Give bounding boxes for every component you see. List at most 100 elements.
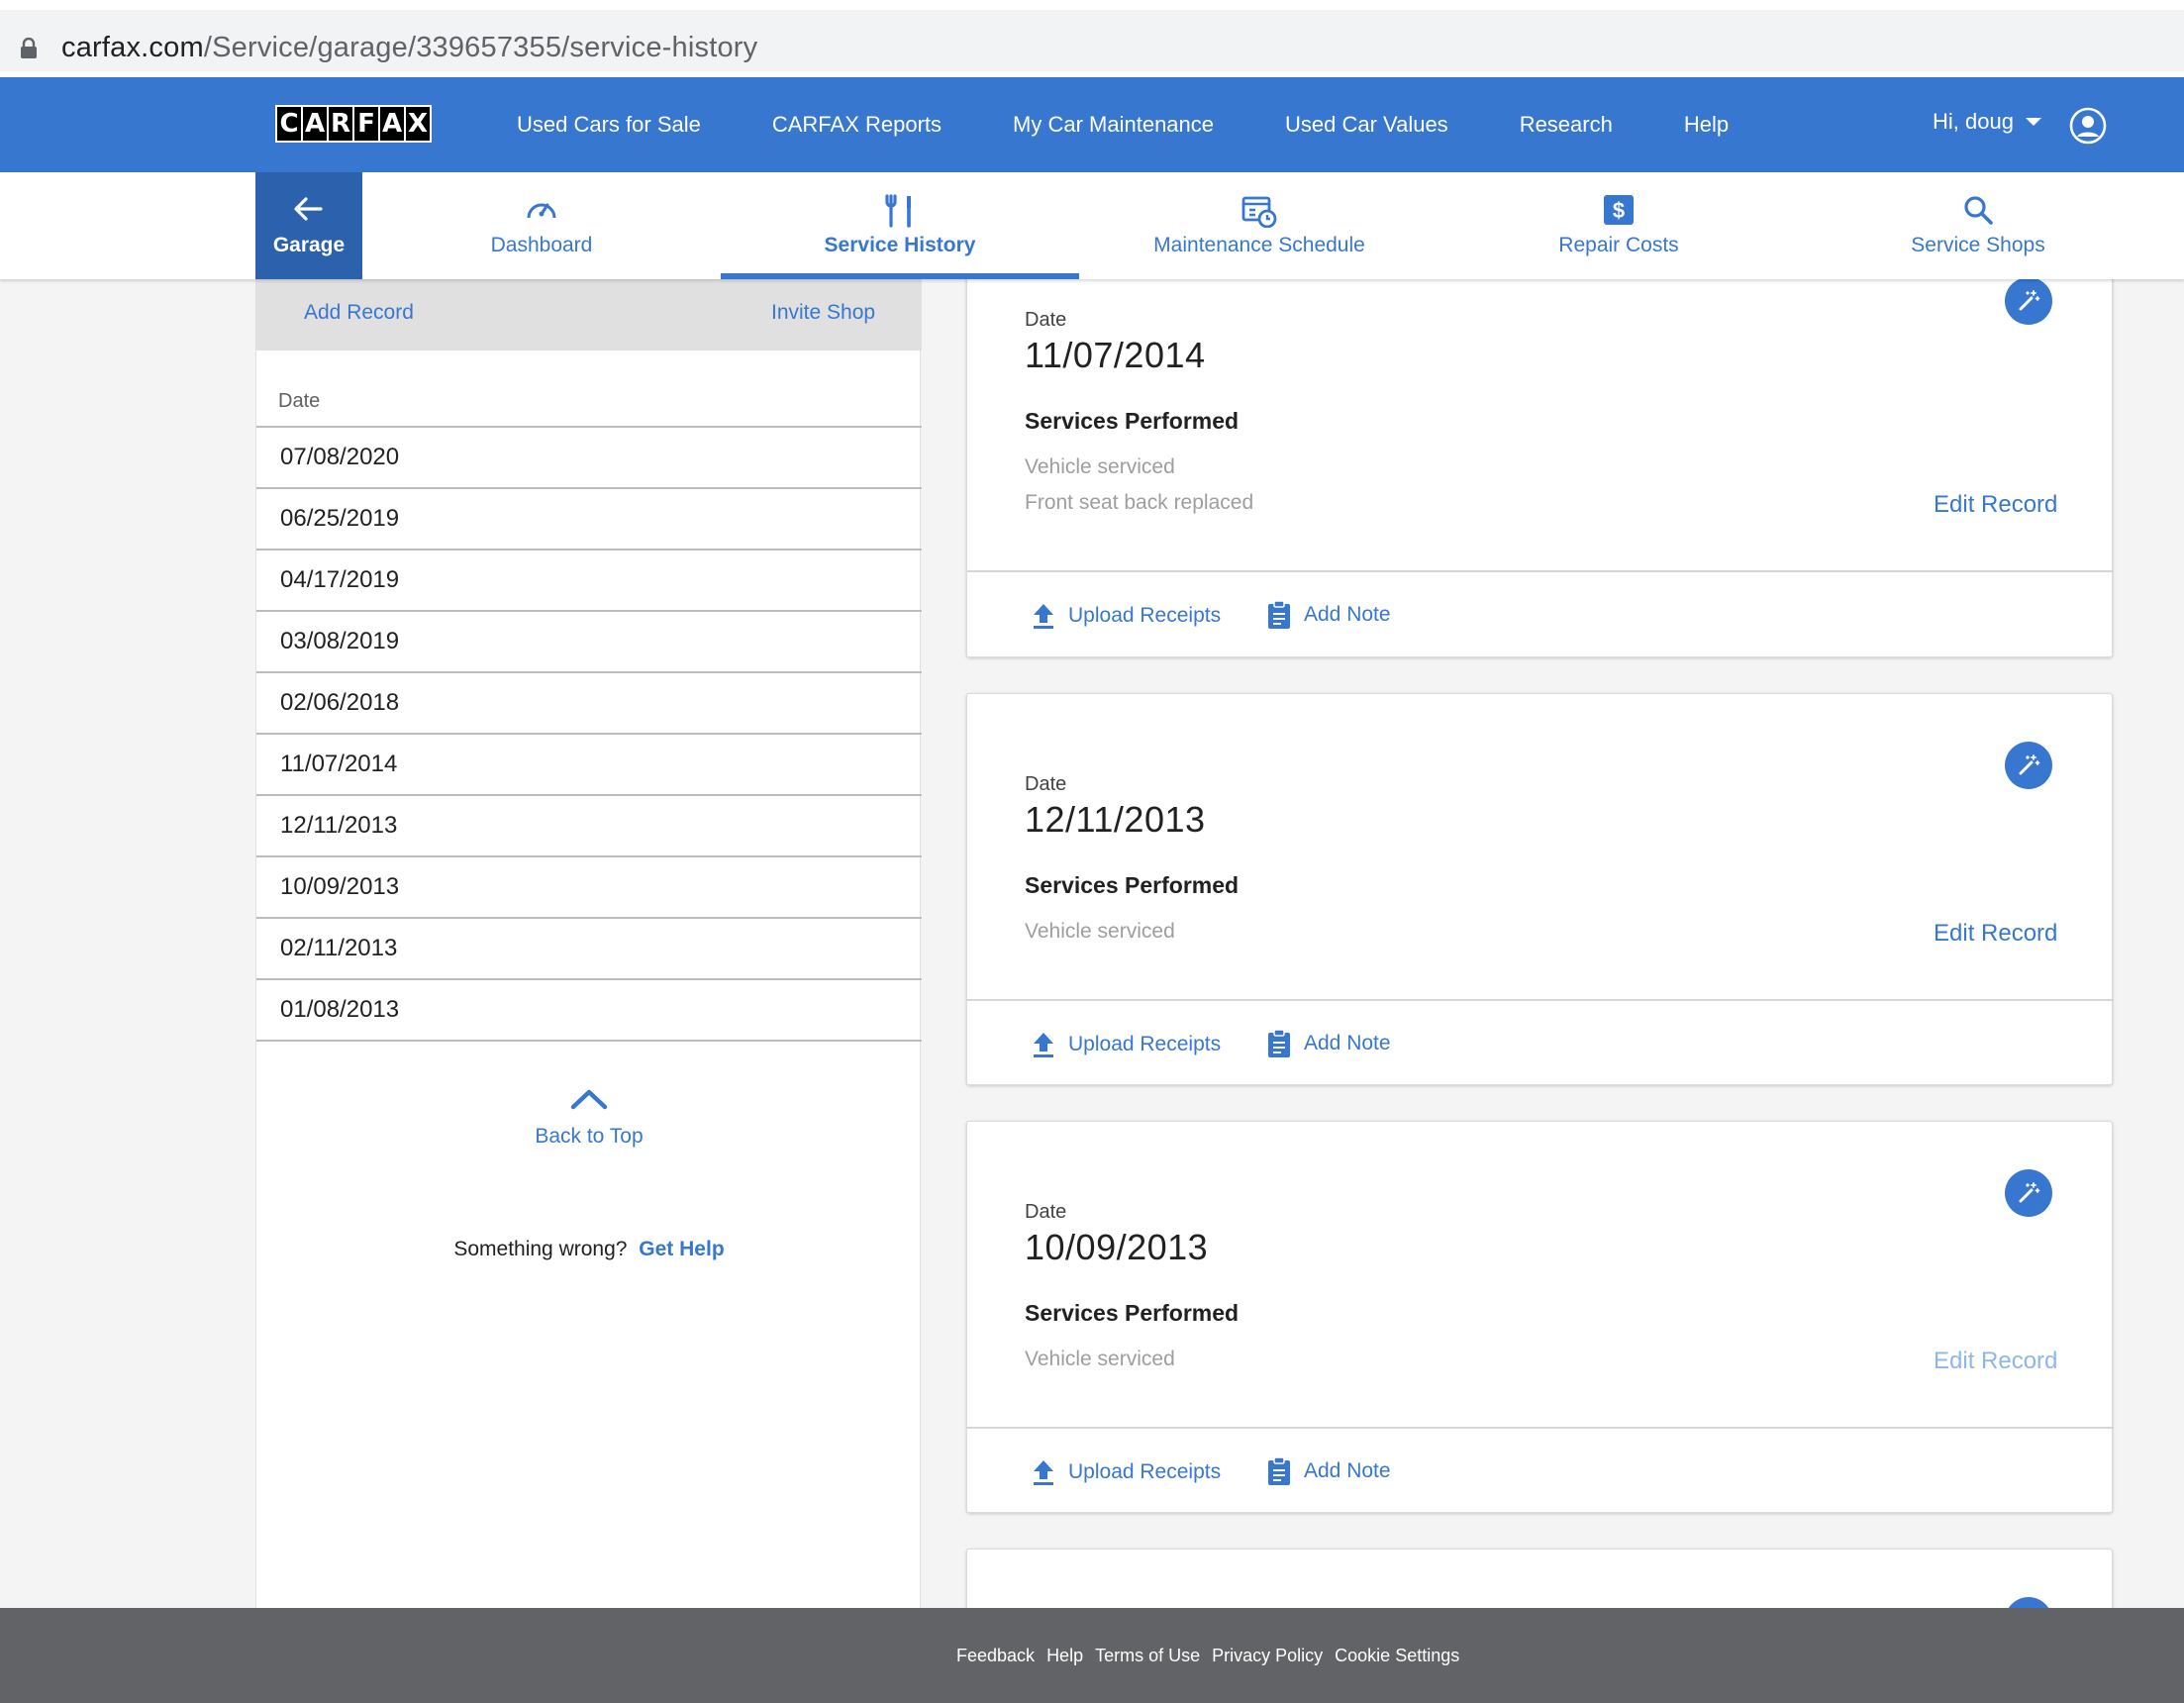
garage-label: Garage: [272, 234, 346, 256]
clipboard-icon: [1268, 1029, 1290, 1057]
tab-service-shops[interactable]: Service Shops: [1901, 172, 2055, 279]
service-item: Vehicle serviced: [1025, 1348, 1175, 1370]
tab-repair-costs-label: Repair Costs: [1558, 234, 1679, 256]
carfax-logo[interactable]: CARFAX: [275, 105, 432, 143]
user-greeting: Hi, doug: [1933, 109, 2014, 134]
tab-maintenance-schedule[interactable]: Maintenance Schedule: [1139, 172, 1380, 279]
add-note-button[interactable]: Add Note: [1266, 600, 1391, 630]
logo-letter: X: [406, 107, 430, 141]
clipboard-icon: [1268, 600, 1290, 629]
upload-receipts-label: Upload Receipts: [1068, 1033, 1222, 1055]
footer-feedback-link[interactable]: Feedback: [956, 1646, 1035, 1666]
service-record-card: Date 10/09/2013 Services Performed Vehic…: [966, 1121, 2114, 1513]
services-performed-title: Services Performed: [1025, 872, 1240, 898]
footer-privacy-link[interactable]: Privacy Policy: [1212, 1646, 1323, 1666]
list-item[interactable]: 12/11/2013: [256, 796, 922, 857]
lock-icon: [21, 38, 37, 58]
nav-research[interactable]: Research: [1520, 112, 1613, 138]
help-prompt: Something wrong? Get Help: [256, 1238, 922, 1261]
edit-record-button[interactable]: Edit Record: [1934, 920, 2057, 948]
list-item[interactable]: 06/25/2019: [256, 489, 922, 551]
tab-repair-costs[interactable]: $ Repair Costs: [1544, 172, 1693, 279]
get-help-link[interactable]: Get Help: [639, 1238, 724, 1260]
services-performed-title: Services Performed: [1025, 1300, 1240, 1326]
list-item[interactable]: 07/08/2020: [256, 428, 922, 489]
tab-service-shops-label: Service Shops: [1911, 234, 2045, 256]
url-path: /Service/garage/339657355/service-histor…: [203, 32, 758, 63]
invite-shop-button[interactable]: Invite Shop: [771, 301, 875, 325]
url-text[interactable]: carfax.com/Service/garage/339657355/serv…: [61, 32, 757, 64]
list-item[interactable]: 03/08/2019: [256, 612, 922, 673]
add-note-button[interactable]: Add Note: [1266, 1029, 1391, 1058]
url-host: carfax.com: [61, 32, 204, 63]
nav-used-cars-for-sale[interactable]: Used Cars for Sale: [517, 112, 701, 138]
list-item[interactable]: 02/06/2018: [256, 673, 922, 735]
upload-receipts-button[interactable]: Upload Receipts: [1031, 1458, 1221, 1486]
add-record-button[interactable]: Add Record: [304, 301, 414, 325]
page-footer: Feedback Help Terms of Use Privacy Polic…: [0, 1608, 2184, 1703]
footer-help-link[interactable]: Help: [1046, 1646, 1083, 1666]
card-divider: [967, 1427, 2114, 1429]
sidebar-actions: Add Record Invite Shop: [256, 279, 922, 351]
record-date: 12/11/2013: [1025, 799, 1206, 840]
nav-my-car-maintenance[interactable]: My Car Maintenance: [1013, 112, 1214, 138]
edit-record-button[interactable]: Edit Record: [1934, 1348, 2057, 1375]
nav-carfax-reports[interactable]: CARFAX Reports: [772, 112, 942, 138]
search-icon: [1964, 196, 1993, 225]
record-date: 11/07/2014: [1025, 335, 1206, 375]
upload-icon: [1034, 1460, 1053, 1485]
list-item[interactable]: 10/09/2013: [256, 857, 922, 919]
upload-receipts-label: Upload Receipts: [1068, 604, 1222, 627]
url-field[interactable]: carfax.com/Service/garage/339657355/serv…: [0, 10, 2184, 71]
card-divider: [967, 999, 2114, 1001]
garage-back-button[interactable]: Garage: [255, 172, 362, 279]
magic-wand-icon: [2019, 1182, 2040, 1203]
tab-service-history[interactable]: Service History: [721, 172, 1079, 279]
date-column-header: Date: [278, 390, 321, 412]
upload-receipts-button[interactable]: Upload Receipts: [1031, 602, 1221, 630]
footer-cookie-settings-link[interactable]: Cookie Settings: [1335, 1646, 1459, 1666]
service-record-card: Date 12/11/2013 Services Performed Vehic…: [966, 693, 2114, 1085]
chevron-down-icon: [2025, 118, 2041, 126]
speedometer-icon: [527, 203, 556, 219]
svg-text:$: $: [1613, 198, 1625, 223]
tab-maintenance-schedule-label: Maintenance Schedule: [1153, 234, 1365, 256]
clipboard-icon: [1268, 1456, 1290, 1485]
magic-wand-icon: [2019, 290, 2040, 311]
list-item[interactable]: 04/17/2019: [256, 551, 922, 612]
auto-fill-button[interactable]: [2005, 1169, 2052, 1217]
nav-used-car-values[interactable]: Used Car Values: [1285, 112, 1448, 138]
upload-icon: [1034, 1033, 1053, 1057]
service-item: Vehicle serviced: [1025, 920, 1175, 943]
auto-fill-button[interactable]: [2005, 277, 2052, 325]
record-date-list: 07/08/2020 06/25/2019 04/17/2019 03/08/2…: [256, 426, 922, 1042]
list-item[interactable]: 02/11/2013: [256, 919, 922, 980]
service-record-card: Date 11/07/2014 Services Performed Vehic…: [966, 263, 2114, 657]
dollar-icon: $: [1604, 195, 1634, 225]
back-to-top-button[interactable]: Back to Top: [256, 1087, 922, 1149]
logo-letter: C: [277, 107, 301, 141]
top-navigation: CARFAX Used Cars for Sale CARFAX Reports…: [0, 77, 2184, 172]
record-date-label: Date: [1025, 1201, 1067, 1223]
upload-icon: [1034, 604, 1053, 629]
tab-service-history-label: Service History: [824, 234, 976, 256]
tab-dashboard[interactable]: Dashboard: [416, 172, 667, 279]
auto-fill-button[interactable]: [2005, 742, 2052, 789]
record-date: 10/09/2013: [1025, 1227, 1209, 1267]
record-date-label: Date: [1025, 309, 1067, 331]
upload-receipts-label: Upload Receipts: [1068, 1460, 1222, 1483]
browser-address-bar: carfax.com/Service/garage/339657355/serv…: [0, 0, 2184, 77]
upload-receipts-button[interactable]: Upload Receipts: [1031, 1031, 1221, 1058]
list-item[interactable]: 11/07/2014: [256, 735, 922, 796]
account-icon[interactable]: [2069, 107, 2107, 145]
add-note-button[interactable]: Add Note: [1266, 1456, 1391, 1486]
user-menu[interactable]: Hi, doug: [1933, 109, 2041, 135]
list-item[interactable]: 01/08/2013: [256, 980, 922, 1042]
edit-record-button[interactable]: Edit Record: [1934, 491, 2057, 519]
logo-letter: A: [303, 107, 327, 141]
arrow-left-icon: [294, 197, 323, 221]
nav-help[interactable]: Help: [1684, 112, 1729, 138]
footer-terms-link[interactable]: Terms of Use: [1095, 1646, 1200, 1666]
chevron-up-icon: [570, 1089, 608, 1110]
add-note-label: Add Note: [1304, 603, 1391, 626]
